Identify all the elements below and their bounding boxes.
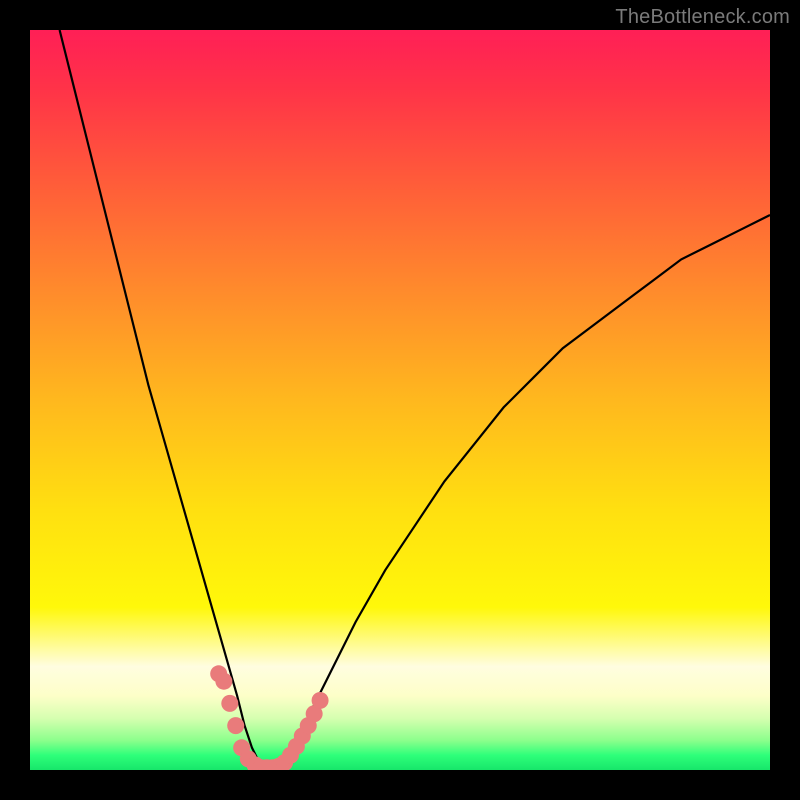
- marker-point: [227, 717, 244, 734]
- marker-point: [215, 673, 232, 690]
- marker-group: [210, 665, 328, 770]
- marker-point: [312, 692, 329, 709]
- watermark-text: TheBottleneck.com: [615, 6, 790, 29]
- chart-frame: TheBottleneck.com: [0, 0, 800, 800]
- plot-area: [30, 30, 770, 770]
- curve-layer: [30, 30, 770, 770]
- bottleneck-curve: [60, 30, 770, 770]
- marker-point: [221, 695, 238, 712]
